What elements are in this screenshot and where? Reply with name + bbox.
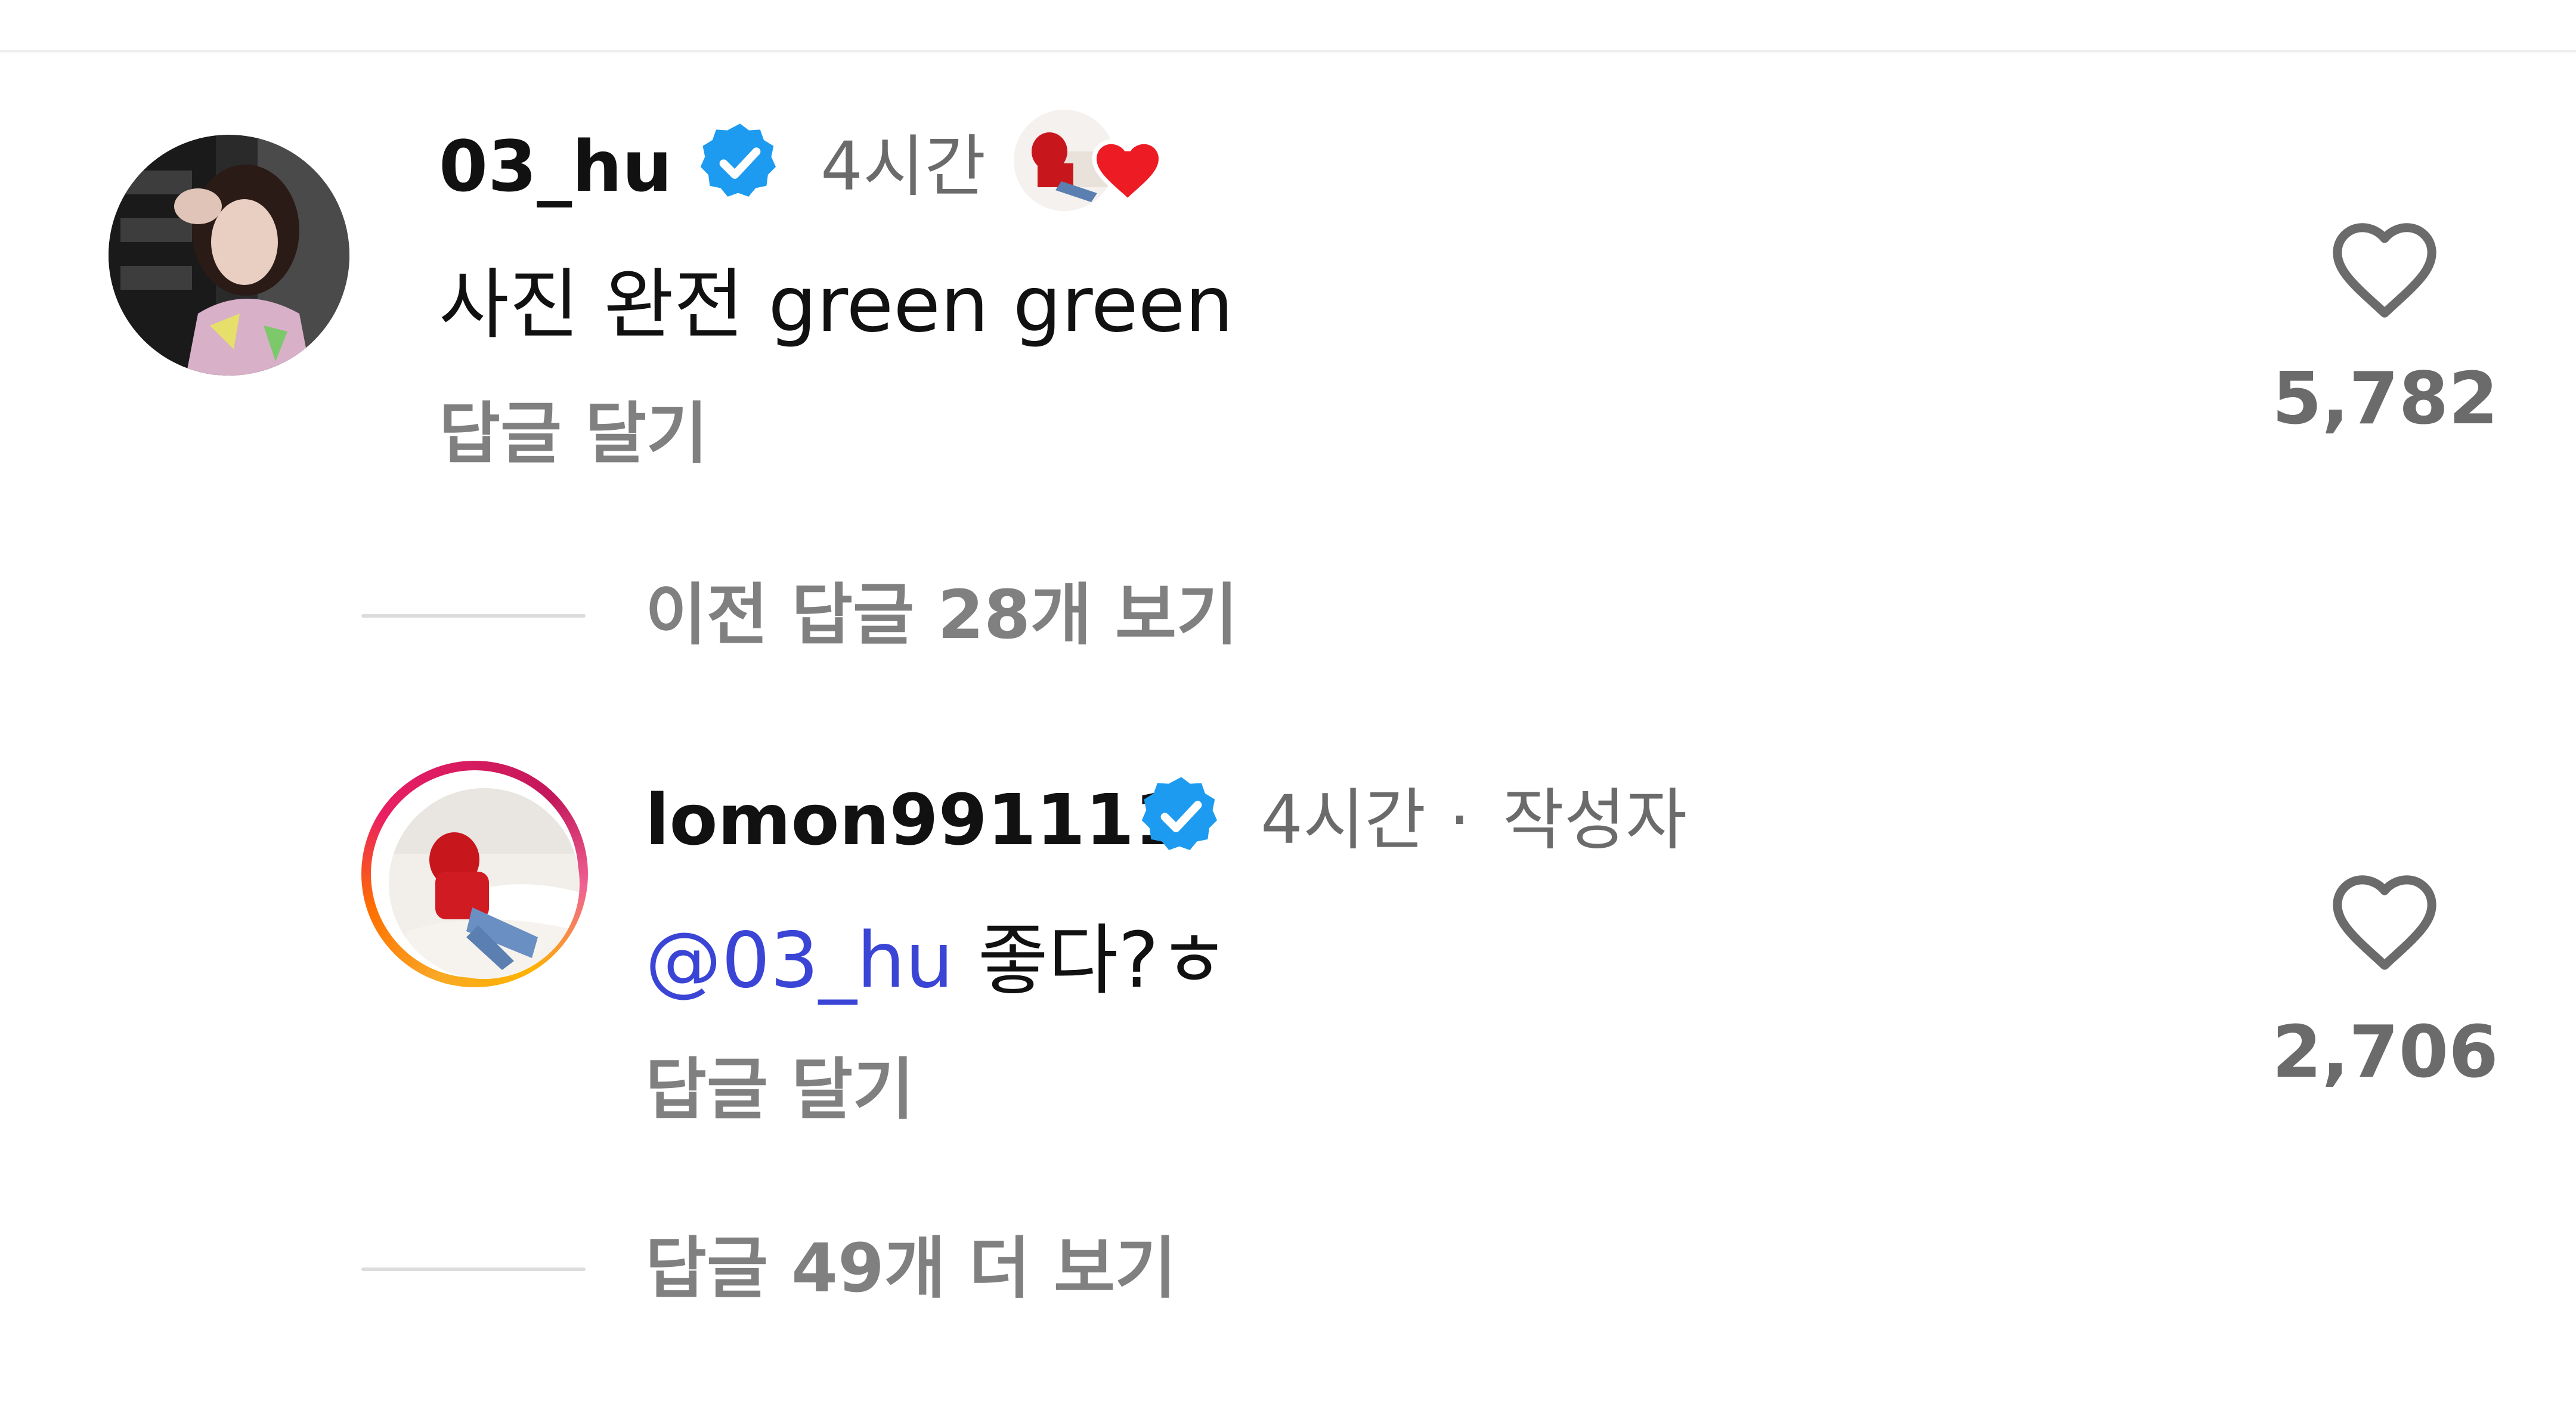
author-tag: 작성자	[1503, 782, 1688, 859]
reply-message: 좋다?ㅎ	[977, 916, 1230, 1005]
reply-text: @03_hu 좋다?ㅎ	[645, 923, 1229, 999]
replier-avatar-story-ring[interactable]	[361, 761, 588, 987]
verified-badge-icon	[700, 123, 776, 197]
comment-text: 사진 완전 green green	[439, 261, 1234, 349]
heart-filled-icon	[1092, 140, 1163, 203]
replier-username[interactable]: lomon991111	[645, 785, 1183, 855]
reply-time: 4시간	[1261, 782, 1426, 859]
mention-link[interactable]: @03_hu	[645, 916, 953, 1005]
comment-like-count: 5,782	[2272, 358, 2498, 441]
thread-line	[361, 1267, 586, 1271]
commenter-username[interactable]: 03_hu	[439, 131, 672, 202]
meta-separator: ·	[1449, 782, 1470, 859]
comment-reply-button[interactable]: 답글 달기	[439, 401, 708, 467]
reply-like-heart-icon[interactable]	[2328, 868, 2441, 981]
comment-time: 4시간	[821, 128, 986, 206]
reply-like-count: 2,706	[2272, 1011, 2498, 1094]
view-more-replies-button[interactable]: 답글 49개 더 보기	[645, 1235, 1176, 1302]
reply-reply-button[interactable]: 답글 달기	[645, 1056, 914, 1123]
thread-line	[361, 614, 586, 618]
verified-badge-icon	[1141, 777, 1217, 850]
commenter-avatar[interactable]	[109, 135, 349, 376]
comment-like-heart-icon[interactable]	[2328, 216, 2441, 329]
replier-avatar[interactable]	[389, 788, 580, 979]
top-divider	[0, 50, 2576, 52]
view-previous-replies-button[interactable]: 이전 답글 28개 보기	[645, 582, 1238, 649]
